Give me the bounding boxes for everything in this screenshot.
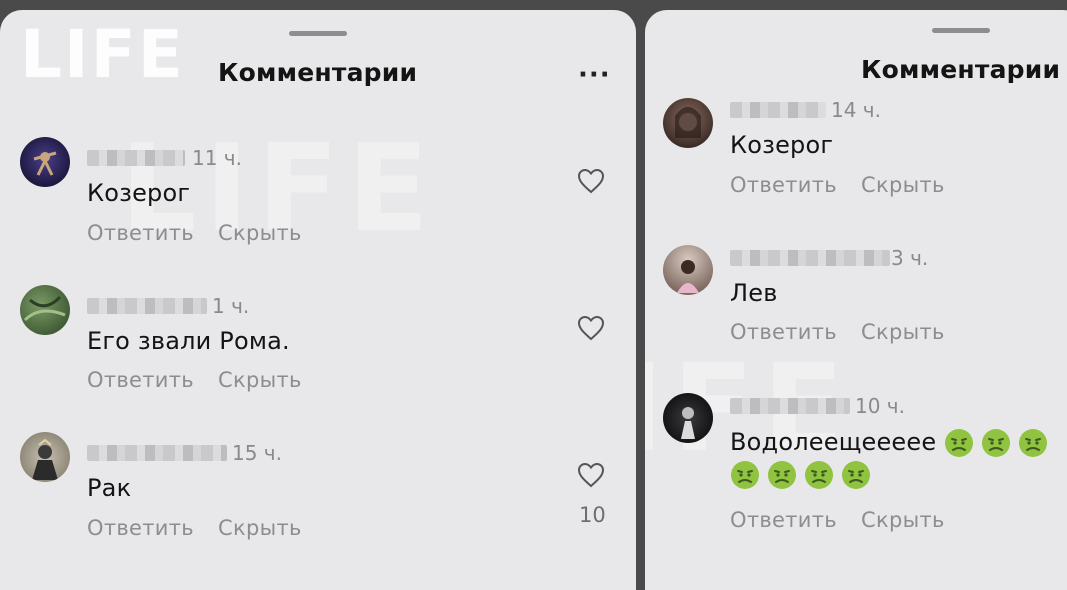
reply-button[interactable]: Ответить [730, 508, 837, 532]
hide-button[interactable]: Скрыть [218, 221, 302, 245]
reply-button[interactable]: Ответить [730, 173, 837, 197]
life-logo-watermark: LIFE [20, 16, 185, 93]
reply-button[interactable]: Ответить [87, 221, 194, 245]
comment-text: Его звали Рома. [87, 327, 290, 355]
nauseated-face-icon [945, 429, 974, 457]
reply-button[interactable]: Ответить [87, 516, 194, 540]
username-blurred[interactable] [730, 398, 850, 414]
reply-button[interactable]: Ответить [730, 320, 837, 344]
hide-button[interactable]: Скрыть [861, 173, 945, 197]
comment-time: 15 ч. [232, 441, 282, 465]
sheet-drag-handle[interactable] [289, 31, 347, 36]
avatar[interactable] [20, 137, 70, 187]
heart-icon[interactable] [577, 462, 605, 488]
comment-time: 10 ч. [855, 394, 905, 418]
hide-button[interactable]: Скрыть [218, 516, 302, 540]
comment-time: 11 ч. [192, 146, 242, 170]
more-options-icon[interactable]: ··· [578, 62, 611, 88]
nauseated-face-icon [805, 461, 833, 489]
comment-time: 14 ч. [831, 98, 881, 122]
comment-text: Козерог [730, 131, 834, 159]
username-blurred[interactable] [87, 150, 185, 166]
sheet-drag-handle[interactable] [932, 28, 990, 33]
comment-text: Водолеещеееее [730, 426, 1067, 490]
comment-text: Рак [87, 474, 132, 502]
avatar[interactable] [663, 393, 713, 443]
hide-button[interactable]: Скрыть [861, 320, 945, 344]
comment-text: Лев [730, 279, 778, 307]
heart-icon[interactable] [577, 315, 605, 341]
comment-time: 3 ч. [891, 246, 929, 270]
comment-text-body: Водолеещеееее [730, 428, 937, 456]
avatar[interactable] [20, 285, 70, 335]
avatar[interactable] [663, 98, 713, 148]
sheet-title: Комментарии [861, 55, 1061, 84]
nauseated-face-icon [982, 429, 1011, 457]
reply-button[interactable]: Ответить [87, 368, 194, 392]
nauseated-face-icon [1019, 429, 1048, 457]
nauseated-face-icon [768, 461, 796, 489]
heart-icon[interactable] [577, 168, 605, 194]
username-blurred[interactable] [730, 250, 890, 266]
nauseated-face-icon [842, 461, 870, 489]
nauseated-face-icon [731, 461, 759, 489]
comment-text: Козерог [87, 179, 191, 207]
comments-sheet-right: LIFE Комментарии 14 ч. Козерог Ответить … [645, 10, 1067, 590]
avatar[interactable] [663, 245, 713, 295]
hide-button[interactable]: Скрыть [218, 368, 302, 392]
username-blurred[interactable] [730, 102, 826, 118]
username-blurred[interactable] [87, 298, 207, 314]
username-blurred[interactable] [87, 445, 227, 461]
comments-sheet-left: LIFE Комментарии ··· 11 ч. Козерог Ответ… [0, 10, 636, 590]
like-count: 10 [579, 503, 606, 527]
sheet-title: Комментарии [218, 58, 418, 87]
avatar[interactable] [20, 432, 70, 482]
comment-time: 1 ч. [212, 294, 250, 318]
hide-button[interactable]: Скрыть [861, 508, 945, 532]
